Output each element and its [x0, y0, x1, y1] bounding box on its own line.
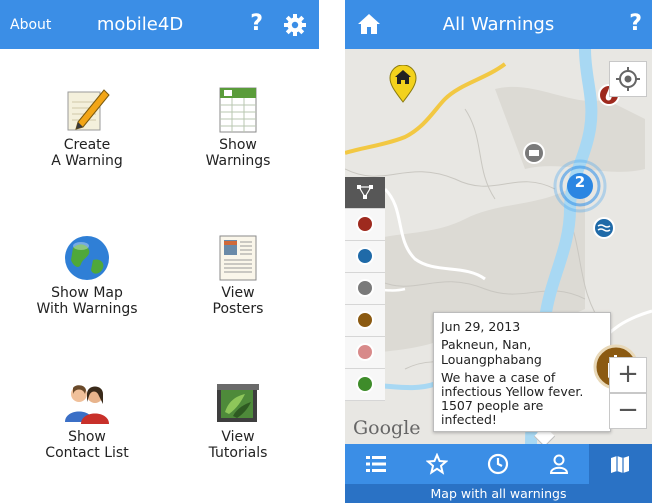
- nav-list-button[interactable]: [345, 444, 406, 484]
- tile-label: View Posters: [212, 285, 264, 317]
- warning-popup[interactable]: Jun 29, 2013 Pakneun, Nan, Louangphabang…: [433, 312, 611, 432]
- fire-icon: [356, 215, 374, 233]
- nav-recent-button[interactable]: [467, 444, 528, 484]
- show-contacts-tile[interactable]: Show Contact List: [22, 382, 152, 461]
- screen-title: All Warnings: [442, 14, 555, 35]
- tile-label: Show Contact List: [45, 429, 129, 461]
- my-location-button[interactable]: [609, 61, 647, 97]
- globe-icon: [65, 236, 109, 280]
- hand-icon: [356, 311, 374, 329]
- contacts-icon: [65, 385, 109, 424]
- poster-icon: [219, 235, 257, 281]
- map-attribution: Google: [353, 417, 421, 439]
- layer-filter-flood[interactable]: [345, 273, 385, 305]
- flood-warning-marker-icon[interactable]: [523, 142, 545, 164]
- view-tutorials-tile[interactable]: View Tutorials: [173, 382, 303, 461]
- map-icon: [611, 456, 629, 473]
- water-icon: [356, 247, 374, 265]
- footer-status: Map with all warnings: [345, 484, 652, 503]
- cluster-count: 2: [574, 173, 586, 191]
- nav-map-button[interactable]: [589, 444, 652, 484]
- tile-label: Show Map With Warnings: [36, 285, 138, 317]
- warnings-header: All Warnings ?: [345, 0, 652, 49]
- main-menu-screen: About mobile4D ? Create A Warning Show W…: [0, 0, 319, 503]
- layer-filter-all[interactable]: [345, 177, 385, 209]
- leaf-icon: [356, 375, 374, 393]
- show-map-tile[interactable]: Show Map With Warnings: [22, 234, 152, 317]
- tile-label: View Tutorials: [208, 429, 268, 461]
- popup-message: We have a case of infectious Yellow feve…: [441, 370, 584, 427]
- tile-label: Create A Warning: [51, 137, 123, 169]
- spreadsheet-icon: [219, 87, 257, 133]
- show-warnings-tile[interactable]: Show Warnings: [173, 86, 303, 169]
- water-warning-marker-icon[interactable]: [593, 217, 615, 239]
- layer-filter-health[interactable]: [345, 337, 385, 369]
- clock-icon: [487, 453, 509, 475]
- help-button[interactable]: ?: [250, 11, 263, 36]
- settings-gear-icon[interactable]: [283, 13, 307, 37]
- zoom-in-button[interactable]: +: [609, 357, 647, 393]
- layer-filter-strip: [345, 177, 385, 401]
- create-warning-tile[interactable]: Create A Warning: [22, 86, 152, 169]
- tile-label: Show Warnings: [205, 137, 271, 169]
- menu-header: About mobile4D ?: [0, 0, 319, 49]
- view-posters-tile[interactable]: View Posters: [173, 234, 303, 317]
- health-icon: [356, 343, 374, 361]
- warnings-map[interactable]: 2 Jun 29, 2013 Pakneun, Nan, Louangphaba…: [345, 49, 652, 444]
- user-icon: [549, 454, 569, 474]
- layer-filter-fire[interactable]: [345, 209, 385, 241]
- home-location-marker-icon[interactable]: [389, 65, 417, 103]
- all-warnings-screen: All Warnings ? 2 Jun 29, 2013 Pakneun, N…: [345, 0, 652, 503]
- layer-filter-water[interactable]: [345, 241, 385, 273]
- crosshair-icon: [616, 67, 640, 91]
- nav-profile-button[interactable]: [528, 444, 589, 484]
- nav-favorites-button[interactable]: [406, 444, 467, 484]
- help-button[interactable]: ?: [629, 11, 642, 36]
- list-icon: [366, 456, 386, 472]
- star-icon: [426, 453, 448, 475]
- flood-icon: [356, 279, 374, 297]
- layer-filter-agriculture[interactable]: [345, 369, 385, 401]
- zoom-out-button[interactable]: −: [609, 393, 647, 429]
- popup-date: Jun 29, 2013: [441, 319, 521, 334]
- network-icon: [357, 185, 373, 199]
- bottom-nav: [345, 444, 652, 484]
- popup-location: Pakneun, Nan, Louangphabang: [441, 337, 542, 367]
- notepad-pencil-icon: [67, 89, 110, 131]
- layer-filter-disease[interactable]: [345, 305, 385, 337]
- tutorial-film-icon: [217, 384, 259, 422]
- app-title: mobile4D: [96, 14, 184, 35]
